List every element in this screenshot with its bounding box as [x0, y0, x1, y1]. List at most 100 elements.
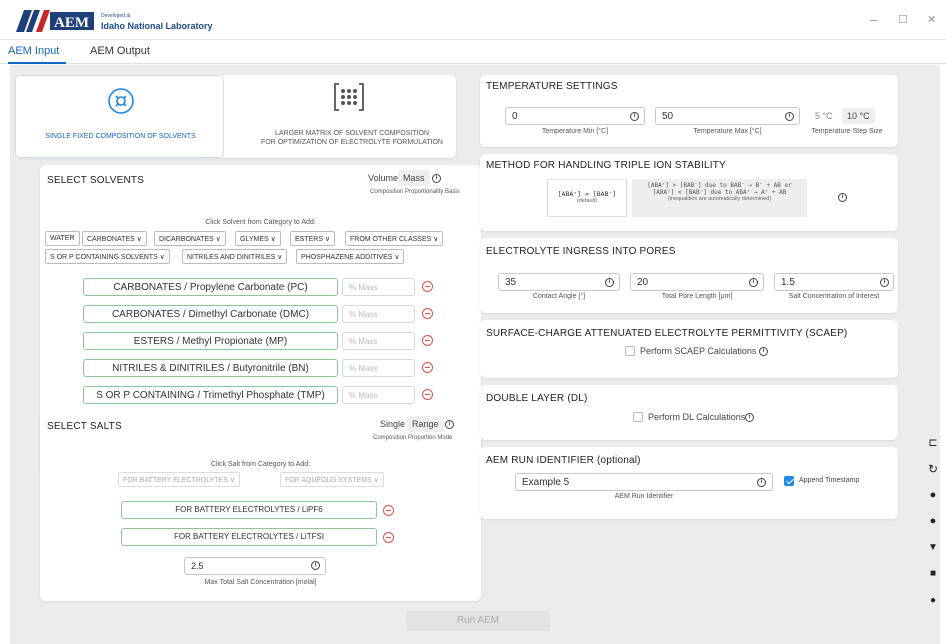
- salts-info-icon[interactable]: i: [445, 420, 454, 429]
- solvent-item-bn: NITRILES & DINITRILES / Butyronitrile (B…: [83, 359, 338, 377]
- help-icon[interactable]: ●: [926, 515, 940, 529]
- minimize-button[interactable]: –: [870, 13, 877, 26]
- triple-ion-option-auto[interactable]: [ABA⁺] > [BAB⁻] due to BAB⁻ → B⁻ + AB or…: [632, 179, 807, 217]
- maximize-button[interactable]: ☐: [898, 14, 908, 26]
- solvents-info-icon[interactable]: i: [432, 174, 441, 183]
- solvent-mass-input[interactable]: % Mass: [342, 305, 415, 323]
- solvent-item-pc: CARBONATES / Propylene Carbonate (PC): [83, 278, 338, 296]
- category-esters[interactable]: ESTERS ∨: [290, 231, 336, 246]
- single-composition-option[interactable]: SINGLE FIXED COMPOSITION OF SOLVENTS: [15, 75, 224, 158]
- dl-check-label: Perform DL Calculations: [648, 412, 746, 422]
- temperature-min-input[interactable]: 0: [505, 107, 645, 125]
- triple-ion-info-icon[interactable]: i: [838, 193, 847, 202]
- range-toggle[interactable]: Range: [407, 416, 444, 432]
- category-s-or-p[interactable]: S OR P CONTAINING SOLVENTS ∨: [45, 249, 170, 264]
- info-circle-icon[interactable]: ●: [926, 489, 940, 503]
- run-identifier-panel: AEM RUN IDENTIFIER (optional) Example 5 …: [480, 447, 898, 519]
- solvent-item-tmp: S OR P CONTAINING / Trimethyl Phosphate …: [83, 386, 338, 404]
- lightbulb-icon[interactable]: ●: [926, 595, 940, 609]
- scaep-info-icon[interactable]: i: [759, 347, 768, 356]
- remove-icon[interactable]: [422, 308, 433, 319]
- salt-category-battery[interactable]: FOR BATTERY ELECTROLYTES ∨: [118, 472, 240, 487]
- category-glymes[interactable]: GLYMES ∨: [235, 231, 281, 246]
- category-nitriles[interactable]: NITRILES AND DINITRILES ∨: [182, 249, 288, 264]
- step-10c-toggle[interactable]: 10 °C: [842, 108, 875, 124]
- dl-info-icon[interactable]: i: [745, 413, 754, 422]
- remove-icon[interactable]: [422, 389, 433, 400]
- remove-icon[interactable]: [383, 505, 394, 516]
- temperature-settings-panel: TEMPERATURE SETTINGS 0 i Temperature Min…: [480, 75, 898, 147]
- remove-icon[interactable]: [422, 281, 433, 292]
- remove-icon[interactable]: [383, 532, 394, 543]
- remove-icon[interactable]: [422, 362, 433, 373]
- triple-ion-title: METHOD FOR HANDLING TRIPLE ION STABILITY: [486, 160, 726, 171]
- double-layer-title: DOUBLE LAYER (DL): [486, 393, 588, 404]
- append-timestamp-label: Append Timestamp: [799, 477, 860, 484]
- pore-length-input[interactable]: 20: [630, 273, 764, 291]
- run-identifier-label: AEM Run Identifier: [614, 493, 674, 500]
- solvent-click-hint: Click Solvent from Category to Add:: [205, 219, 316, 226]
- single-toggle[interactable]: Single: [375, 416, 410, 432]
- salt-concentration-info-icon[interactable]: i: [880, 278, 889, 287]
- tab-aem-input[interactable]: AEM Input: [8, 45, 59, 57]
- temperature-max-info-icon[interactable]: i: [785, 112, 794, 121]
- aem-logo: AEM: [16, 10, 94, 32]
- max-salt-info-icon[interactable]: i: [311, 561, 320, 570]
- run-identifier-input[interactable]: Example 5: [515, 473, 773, 491]
- active-tab-indicator: [8, 62, 66, 64]
- close-button[interactable]: ✕: [927, 14, 936, 26]
- category-dicarbonates[interactable]: DICARBONATES ∨: [154, 231, 226, 246]
- solvent-mass-input[interactable]: % Mass: [342, 386, 415, 404]
- triple-ion-option-default[interactable]: [ABA⁺] = [BAB⁻] (default): [547, 179, 627, 217]
- run-aem-button[interactable]: Run AEM: [406, 611, 550, 631]
- panel-toggle-icon[interactable]: ⊏: [926, 436, 940, 450]
- salt-concentration-input[interactable]: 1.5: [774, 273, 894, 291]
- salt-item-lipf6: FOR BATTERY ELECTROLYTES / LiPF6: [121, 501, 377, 519]
- triple-ion-default-equation: [ABA⁺] = [BAB⁻]: [557, 190, 617, 198]
- max-salt-concentration-input[interactable]: 2.5: [184, 557, 326, 575]
- temperature-title: TEMPERATURE SETTINGS: [486, 81, 618, 92]
- filter-icon[interactable]: ▼: [926, 542, 940, 556]
- tab-aem-output[interactable]: AEM Output: [90, 45, 150, 57]
- contact-angle-label: Contact Angle [°]: [532, 293, 586, 300]
- folder-icon[interactable]: ■: [926, 568, 940, 582]
- run-identifier-info-icon[interactable]: i: [757, 478, 766, 487]
- category-carbonates[interactable]: CARBONATES ∨: [82, 231, 147, 246]
- temperature-step-label: Temperature Step Size: [811, 128, 883, 135]
- step-5c-toggle[interactable]: 5 °C: [810, 108, 838, 124]
- electrolyte-ingress-panel: ELECTROLYTE INGRESS INTO PORES 35 i Cont…: [480, 238, 898, 313]
- solvent-item-mp: ESTERS / Methyl Propionate (MP): [83, 332, 338, 350]
- append-timestamp-checkbox[interactable]: [784, 476, 794, 486]
- max-salt-label: Max Total Salt Concentration [molal]: [204, 579, 317, 586]
- temperature-min-label: Temperature Min [°C]: [541, 128, 609, 135]
- mass-toggle[interactable]: Mass: [398, 170, 430, 186]
- scaep-check-label: Perform SCAEP Calculations: [640, 346, 757, 356]
- tab-bar: AEM Input AEM Output: [0, 40, 946, 64]
- composition-mode-label: Composition Proportion Mode: [373, 435, 453, 441]
- temperature-min-info-icon[interactable]: i: [630, 112, 639, 121]
- solvent-mass-input[interactable]: % Mass: [342, 278, 415, 296]
- dl-checkbox[interactable]: [633, 412, 643, 422]
- temperature-max-label: Temperature Max [°C]: [693, 128, 762, 135]
- matrix-composition-option[interactable]: LARGER MATRIX OF SOLVENT COMPOSITION FOR…: [247, 129, 457, 147]
- select-salts-title: SELECT SALTS: [47, 421, 122, 432]
- category-phosphazene[interactable]: PHOSPHAZENE ADDITIVES ∨: [296, 249, 405, 264]
- temperature-max-input[interactable]: 50: [655, 107, 800, 125]
- remove-icon[interactable]: [422, 335, 433, 346]
- salt-category-aqueous[interactable]: FOR AQUEOUS SYSTEMS ∨: [280, 472, 384, 487]
- refresh-icon[interactable]: ↻: [926, 462, 940, 476]
- scaep-panel: SURFACE-CHARGE ATTENUATED ELECTROLYTE PE…: [480, 320, 898, 378]
- salt-concentration-label: Salt Concentration of Interest: [788, 293, 880, 300]
- category-other-classes[interactable]: FROM OTHER CLASSES ∨: [345, 231, 444, 246]
- scaep-checkbox[interactable]: [625, 346, 635, 356]
- triple-ion-auto-note: (inequalities are automatically determin…: [667, 196, 772, 202]
- contact-angle-info-icon[interactable]: i: [605, 278, 614, 287]
- double-layer-panel: DOUBLE LAYER (DL) Perform DL Calculation…: [480, 385, 898, 440]
- title-bar: AEM Developed at Idaho National Laborato…: [0, 0, 946, 40]
- category-water[interactable]: WATER: [45, 231, 80, 246]
- contact-angle-input[interactable]: 35: [498, 273, 620, 291]
- solvent-mass-input[interactable]: % Mass: [342, 359, 415, 377]
- solvent-mass-input[interactable]: % Mass: [342, 332, 415, 350]
- triple-ion-auto-line1: [ABA⁺] > [BAB⁻] due to BAB⁻ → B⁻ + AB or: [647, 182, 792, 189]
- pore-length-info-icon[interactable]: i: [749, 278, 758, 287]
